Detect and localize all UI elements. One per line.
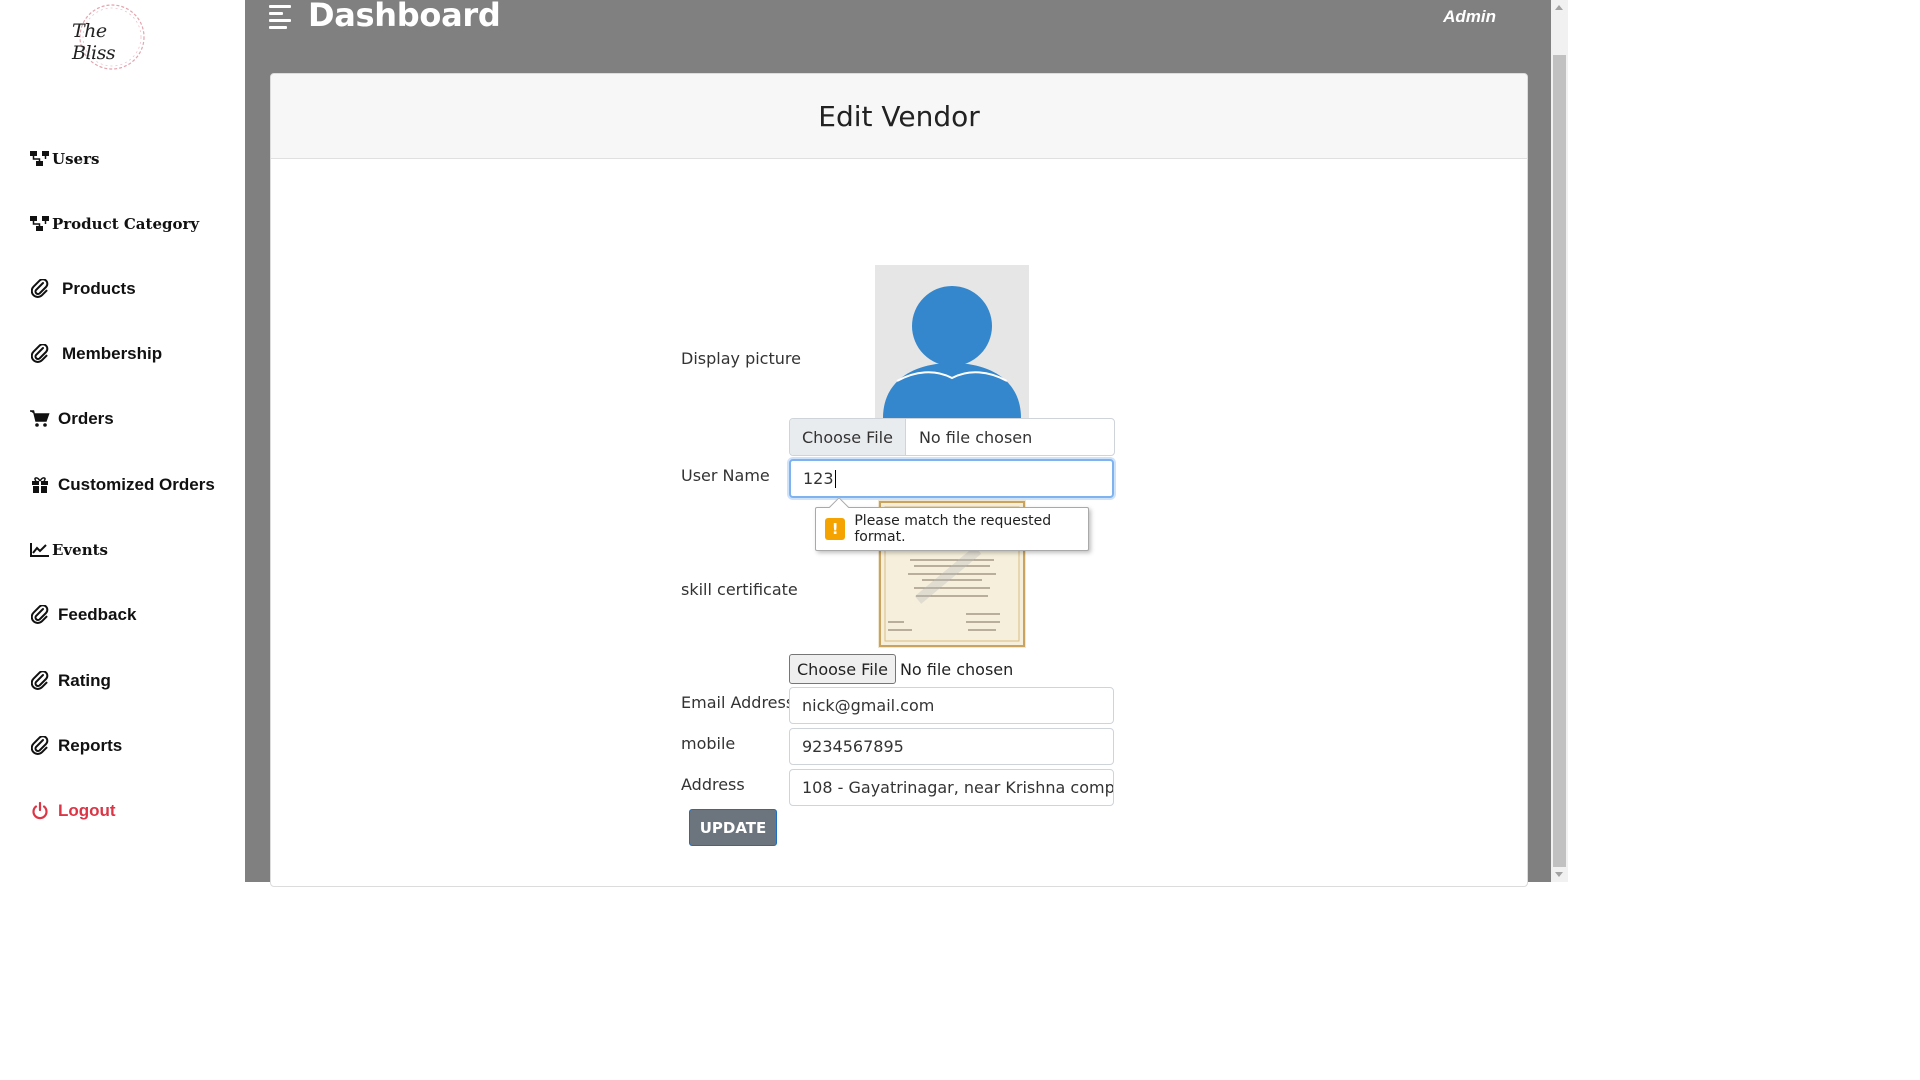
address-input[interactable]: 108 - Gayatrinagar, near Krishna complex… [789,769,1114,806]
paperclip-icon [30,736,50,756]
display-picture-file-input[interactable]: Choose File No file chosen [789,418,1115,456]
update-button[interactable]: UPDATE [689,809,777,846]
sidebar-item-label: Users [52,150,100,168]
brand-logo[interactable]: The Bliss [68,2,154,72]
cart-icon [30,409,50,429]
file-status-text: No file chosen [918,427,1033,447]
warning-icon: ! [825,518,846,540]
sidebar-item-products[interactable]: Products [30,279,136,299]
scroll-up-arrow-icon[interactable] [1555,5,1563,10]
card-title: Edit Vendor [818,99,980,133]
sidebar-item-feedback[interactable]: Feedback [30,605,136,625]
display-picture-preview [875,265,1029,418]
sidebar-item-label: Rating [58,671,111,690]
sidebar-item-label: Logout [58,801,116,820]
username-label: User Name [681,466,770,485]
page-scrollbar[interactable] [1551,0,1568,882]
sidebar-item-rating[interactable]: Rating [30,671,111,691]
mobile-label: mobile [681,734,736,753]
username-input-value: 123 [803,469,834,488]
sitemap-icon [30,214,50,234]
mobile-input[interactable]: 9234567895 [789,728,1114,765]
paperclip-icon [30,344,50,364]
sidebar-item-label: Feedback [58,605,137,624]
sidebar-item-logout[interactable]: Logout [30,801,116,821]
email-input-value: nick@gmail.com [802,696,935,715]
paperclip-icon [30,279,50,299]
sidebar-item-label: Customized Orders [58,475,215,494]
choose-file-button[interactable]: Choose File [790,419,906,455]
sidebar: The Bliss Users Product Category Product… [0,0,245,882]
card-header: Edit Vendor [271,74,1527,159]
scroll-down-arrow-icon[interactable] [1555,872,1563,877]
sidebar-item-label: Product Category [52,215,200,233]
sidebar-item-customized-orders[interactable]: Customized Orders [30,475,215,495]
sitemap-icon [30,149,50,169]
chart-line-icon [30,540,50,560]
sidebar-item-reports[interactable]: Reports [30,736,122,756]
paperclip-icon [30,605,50,625]
address-label: Address [681,775,745,794]
sidebar-item-users[interactable]: Users [30,149,99,169]
display-picture-label: Display picture [681,349,801,368]
cert-choose-file-button[interactable]: Choose File [789,654,896,684]
address-input-value: 108 - Gayatrinagar, near Krishna complex… [802,778,1114,797]
brand-logo-text: The Bliss [72,20,116,64]
sidebar-item-membership[interactable]: Membership [30,344,162,364]
cert-file-status-text: No file chosen [899,659,1014,679]
email-label: Email Address [681,693,795,712]
mobile-input-value: 9234567895 [802,737,904,756]
email-input[interactable]: nick@gmail.com [789,687,1114,724]
sidebar-item-orders[interactable]: Orders [30,409,114,429]
power-icon [30,801,50,821]
admin-user-menu[interactable]: Admin [1443,7,1496,27]
sidebar-item-label: Reports [58,736,123,755]
sidebar-item-label: Membership [62,344,163,363]
certificate-file-input[interactable]: Choose File No file chosen [789,654,1013,684]
sidebar-item-label: Products [62,279,136,298]
menu-toggle-icon[interactable] [269,5,291,29]
sidebar-item-label: Orders [58,409,114,428]
username-input[interactable]: 123 [789,459,1114,498]
sidebar-item-label: Events [52,541,108,559]
scrollbar-thumb[interactable] [1553,55,1566,867]
paperclip-icon [30,671,50,691]
text-caret [834,469,836,488]
sidebar-item-events[interactable]: Events [30,540,108,560]
user-avatar-icon [883,286,1021,418]
validation-message: Please match the requested format. [854,513,1052,545]
page-title: Dashboard [308,0,501,34]
sidebar-item-product-category[interactable]: Product Category [30,214,199,234]
gift-icon [30,475,50,495]
skill-certificate-label: skill certificate [681,580,798,599]
validation-tooltip: ! Please match the requested format. [815,507,1089,551]
